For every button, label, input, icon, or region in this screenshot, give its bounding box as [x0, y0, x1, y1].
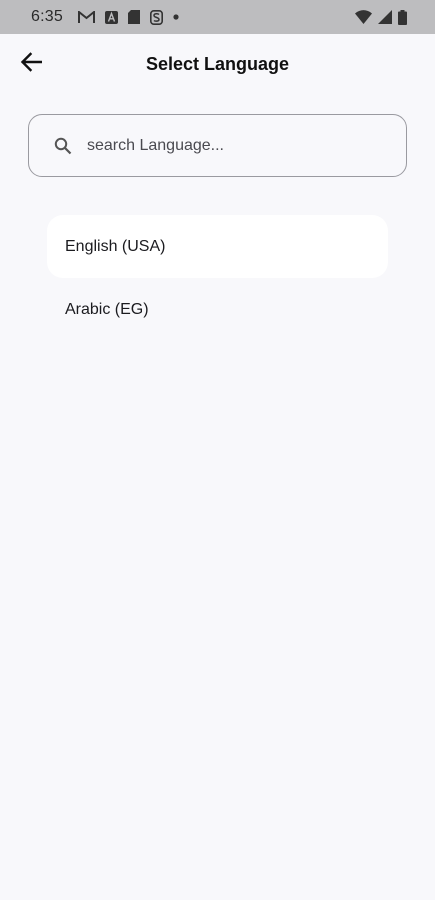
sd-card-icon [127, 10, 140, 24]
notification-icons [77, 9, 179, 25]
search-box[interactable] [28, 114, 407, 177]
search-input[interactable] [87, 136, 367, 155]
language-label: English (USA) [65, 237, 166, 255]
status-bar: 6:35 [0, 0, 435, 34]
status-time: 6:35 [31, 8, 63, 25]
app-bar: Select Language [0, 34, 435, 94]
a-app-icon [104, 10, 118, 24]
page-title: Select Language [145, 53, 290, 74]
gmail-icon [77, 10, 95, 24]
system-icons [355, 9, 407, 25]
language-item-arabic[interactable]: Arabic (EG) [47, 278, 388, 341]
wifi-icon [355, 10, 372, 24]
dot-icon [173, 14, 179, 20]
language-label: Arabic (EG) [65, 300, 149, 318]
signal-icon [378, 10, 392, 24]
language-list: English (USA) Arabic (EG) [47, 215, 388, 341]
battery-icon [398, 9, 407, 25]
search-icon [53, 136, 73, 156]
back-button[interactable] [16, 49, 46, 79]
language-item-english[interactable]: English (USA) [47, 215, 388, 278]
arrow-left-icon [20, 51, 43, 77]
s-app-icon [149, 9, 163, 25]
